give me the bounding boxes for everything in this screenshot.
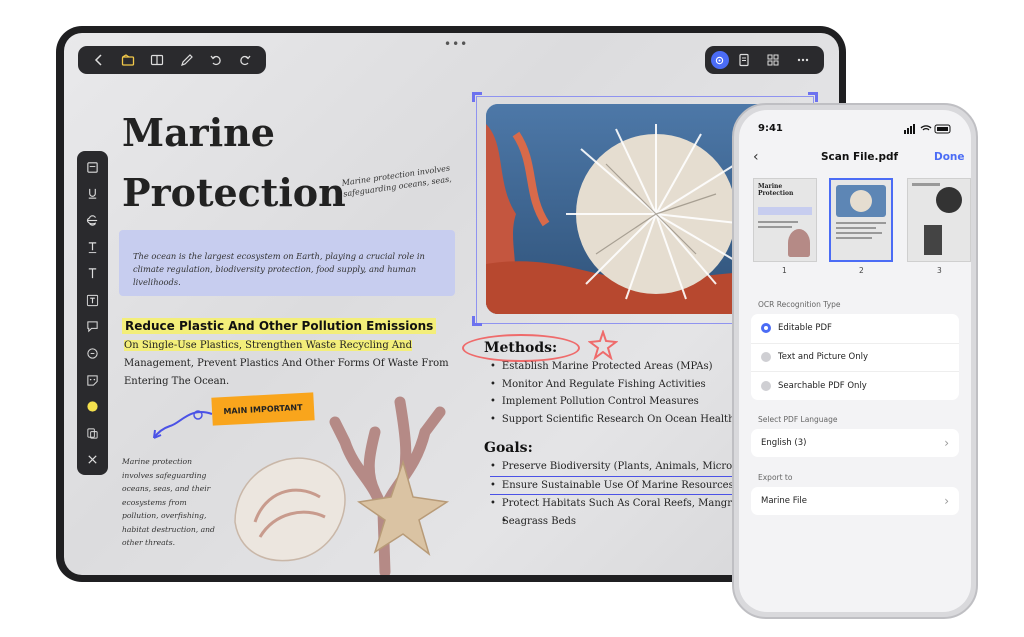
- document-icon[interactable]: [729, 49, 759, 71]
- ocr-option-text-picture[interactable]: Text and Picture Only: [751, 342, 959, 372]
- back-icon[interactable]: [84, 49, 113, 71]
- ocr-section-label: OCR Recognition Type: [758, 300, 841, 309]
- page-thumbnail[interactable]: [907, 178, 971, 262]
- strikethrough-icon[interactable]: [81, 209, 105, 232]
- star-annotation: [588, 330, 618, 360]
- radio-selected-icon: [761, 323, 771, 334]
- language-value: English (3): [761, 438, 807, 448]
- underline-icon[interactable]: [81, 183, 105, 206]
- intro-text: The ocean is the largest ecosystem on Ea…: [133, 251, 425, 287]
- stamp-icon[interactable]: [81, 422, 105, 445]
- export-value: Marine File: [761, 496, 807, 506]
- methods-list: Establish Marine Protected Areas (MPAs) …: [490, 358, 735, 428]
- list-item: Establish Marine Protected Areas (MPAs): [490, 358, 735, 376]
- text-icon[interactable]: [81, 262, 105, 285]
- file-title: Scan File.pdf: [821, 151, 899, 163]
- resize-handle-tr[interactable]: [808, 92, 818, 102]
- more-icon[interactable]: [788, 49, 818, 71]
- status-time: 9:41: [758, 123, 783, 134]
- page-title: Marine Protection: [122, 103, 352, 223]
- top-toolbar-right: [705, 46, 824, 74]
- ai-assistant-icon[interactable]: [711, 51, 729, 69]
- shell-coral-illustration: [234, 396, 450, 575]
- language-section-label: Select PDF Language: [758, 415, 838, 424]
- list-item: Monitor And Regulate Fishing Activities: [490, 376, 735, 394]
- methods-heading: Methods:: [484, 340, 558, 356]
- list-item: Protect Habitats Such As Coral Reefs, Ma…: [490, 495, 732, 513]
- option-label: Text and Picture Only: [778, 352, 868, 363]
- status-icons: [904, 124, 951, 134]
- book-icon[interactable]: [143, 49, 172, 71]
- section-heading: Reduce Plastic And Other Pollution Emiss…: [122, 318, 437, 334]
- color-picker-icon[interactable]: [81, 395, 105, 418]
- handwritten-note-bottom: Marine protection involves safeguarding …: [122, 457, 215, 547]
- grid-icon[interactable]: [759, 49, 789, 71]
- list-item: Preserve Biodiversity (Plants, Animals, …: [490, 458, 732, 477]
- thumbnail-number: 1: [782, 266, 787, 275]
- undo-icon[interactable]: [201, 49, 230, 71]
- goals-list: Preserve Biodiversity (Plants, Animals, …: [490, 458, 732, 530]
- text-box-icon[interactable]: [81, 289, 105, 312]
- chevron-right-icon: ›: [944, 436, 949, 450]
- pen-icon[interactable]: [172, 49, 201, 71]
- list-item: Ensure Sustainable Use Of Marine Resourc…: [490, 477, 732, 495]
- redo-icon[interactable]: [231, 49, 260, 71]
- ocr-option-editable[interactable]: Editable PDF: [751, 314, 959, 343]
- sticker-icon[interactable]: [81, 369, 105, 392]
- close-icon[interactable]: [81, 449, 105, 472]
- ocr-options-card: Editable PDF Text and Picture Only Searc…: [751, 314, 959, 400]
- thumbnail-title: Marine Protection: [758, 183, 794, 197]
- title-line-2: Protection: [122, 170, 346, 215]
- folder-icon[interactable]: [113, 49, 142, 71]
- comment-icon[interactable]: [81, 316, 105, 339]
- resize-handle-bl[interactable]: [472, 316, 482, 326]
- done-button[interactable]: Done: [934, 151, 965, 163]
- arrow-annotation: [153, 410, 213, 439]
- export-select[interactable]: Marine File ›: [751, 487, 959, 515]
- option-label: Searchable PDF Only: [778, 380, 867, 391]
- resize-handle-tl[interactable]: [472, 92, 482, 102]
- export-section-label: Export to: [758, 473, 793, 482]
- intro-highlight-box: The ocean is the largest ecosystem on Ea…: [119, 230, 455, 296]
- highlight-icon[interactable]: [81, 156, 105, 179]
- multitask-handle[interactable]: •••: [444, 37, 468, 51]
- annotation-toolbar: [77, 151, 108, 475]
- page-thumbnail-selected[interactable]: [829, 178, 893, 262]
- highlighted-text: On Single-Use Plastics, Strengthen Waste…: [124, 340, 412, 351]
- list-item: Seagrass Beds: [490, 513, 732, 531]
- option-label: Editable PDF: [778, 323, 832, 334]
- thumbnail-number: 3: [937, 266, 942, 275]
- title-line-1: Marine: [122, 110, 275, 155]
- list-item: Implement Pollution Control Measures: [490, 393, 735, 411]
- language-select[interactable]: English (3) ›: [751, 429, 959, 457]
- goals-heading: Goals:: [484, 440, 533, 456]
- thumbnail-number: 2: [859, 266, 864, 275]
- radio-icon: [761, 352, 771, 363]
- text-underline-icon[interactable]: [81, 236, 105, 259]
- back-chevron-icon[interactable]: ‹: [753, 149, 759, 165]
- ocr-option-searchable[interactable]: Searchable PDF Only: [751, 371, 959, 400]
- top-toolbar-left: [78, 46, 266, 74]
- chevron-right-icon: ›: [944, 494, 949, 508]
- page-thumbnail[interactable]: Marine Protection: [753, 178, 817, 262]
- list-item: Support Scientific Research On Ocean Hea…: [490, 411, 735, 429]
- chat-icon[interactable]: [81, 342, 105, 365]
- radio-icon: [761, 380, 771, 391]
